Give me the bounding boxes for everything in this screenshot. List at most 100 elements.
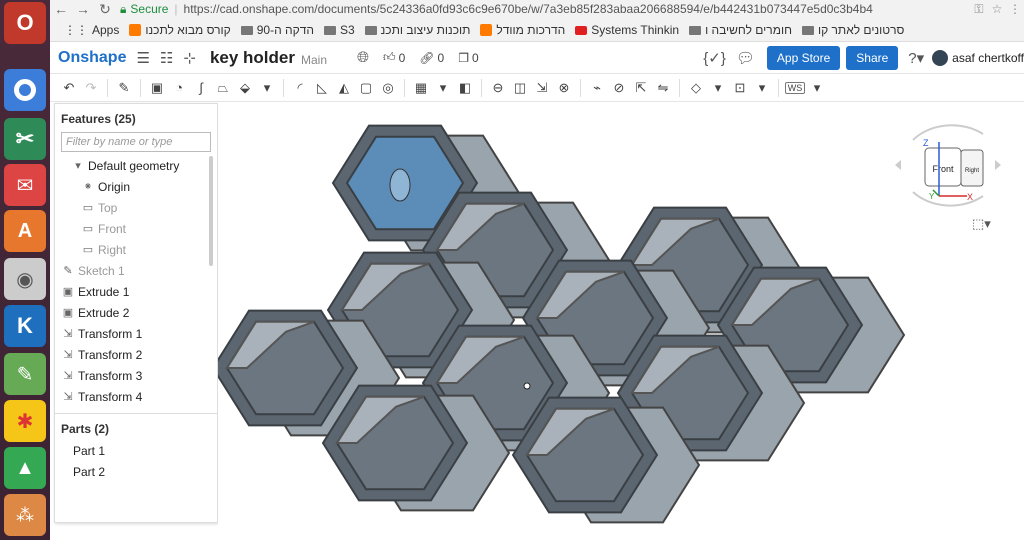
- back-icon[interactable]: ←: [50, 1, 72, 17]
- app-store-button[interactable]: App Store: [766, 45, 841, 70]
- plane-tool-icon[interactable]: ◇: [687, 79, 705, 97]
- feature-item[interactable]: ▾ Default geometry: [55, 155, 217, 176]
- feature-item[interactable]: ▣ Extrude 2: [55, 302, 217, 323]
- workspace-badge[interactable]: WS: [784, 79, 806, 97]
- hamburger-menu-icon[interactable]: ☰: [136, 49, 149, 67]
- pinwheel-icon[interactable]: ✱: [4, 400, 46, 442]
- bookmark-item[interactable]: הדקה ה-90: [240, 23, 314, 37]
- dots-app-icon[interactable]: ⁂: [4, 494, 46, 536]
- links-counter[interactable]: 🔗︎ 0: [419, 51, 444, 65]
- address-bar[interactable]: 🔒︎ Secure | https://cad.onshape.com/docu…: [120, 0, 970, 18]
- dropdown-icon[interactable]: ▾: [434, 79, 452, 97]
- view-cube[interactable]: Front Right Z Y X: [893, 120, 1003, 210]
- help-icon[interactable]: ?▾: [908, 49, 924, 67]
- feature-item[interactable]: ▭ Top: [55, 197, 217, 218]
- document-name[interactable]: key holder: [210, 48, 295, 68]
- bookmark-star-icon[interactable]: ☆: [988, 2, 1006, 16]
- thicken-tool-icon[interactable]: ⬙: [236, 79, 254, 97]
- modify-fillet-icon[interactable]: ⌁: [588, 79, 606, 97]
- feature-item[interactable]: ⁕ Origin: [55, 176, 217, 197]
- redo-icon[interactable]: ↷: [82, 79, 100, 97]
- hole-tool-icon[interactable]: ◎: [379, 79, 397, 97]
- feature-item[interactable]: ▭ Right: [55, 239, 217, 260]
- dropdown-icon[interactable]: ▾: [709, 79, 727, 97]
- menu-dots-icon[interactable]: ⋮: [1006, 2, 1024, 16]
- part-item[interactable]: Part 1: [55, 440, 217, 461]
- undo-icon[interactable]: ↶: [60, 79, 78, 97]
- transform-tool-icon[interactable]: ⇲: [533, 79, 551, 97]
- feature-item[interactable]: ⇲ Transform 1: [55, 323, 217, 344]
- feature-filter-input[interactable]: Filter by name or type: [61, 132, 211, 152]
- move-face-icon[interactable]: ⇱: [632, 79, 650, 97]
- address-row: ← → ↻ 🔒︎ Secure | https://cad.onshape.co…: [50, 0, 1024, 18]
- part-item[interactable]: Part 2: [55, 461, 217, 482]
- sweep-tool-icon[interactable]: ∫: [192, 79, 210, 97]
- chrome-icon[interactable]: [4, 69, 46, 111]
- rotate-right-icon[interactable]: [995, 160, 1001, 170]
- shell-tool-icon[interactable]: ▢: [357, 79, 375, 97]
- dropdown-icon[interactable]: ▾: [808, 79, 826, 97]
- delete-face-icon[interactable]: ⊘: [610, 79, 628, 97]
- drive-icon[interactable]: ▲: [4, 447, 46, 489]
- variables-icon[interactable]: {✓}: [703, 49, 726, 67]
- toolbar-divider: [283, 78, 284, 97]
- pattern-tool-icon[interactable]: ▦: [412, 79, 430, 97]
- measure-tool-icon[interactable]: ⊡: [731, 79, 749, 97]
- feature-item-label: Top: [98, 200, 118, 215]
- feature-item[interactable]: ✎ Sketch 1: [55, 260, 217, 281]
- bookmark-item[interactable]: תוכנות עיצוב ותכנ: [364, 23, 470, 37]
- comments-icon[interactable]: 💬︎: [736, 49, 755, 67]
- rotate-left-icon[interactable]: [895, 160, 901, 170]
- loft-tool-icon[interactable]: ⏢: [214, 79, 232, 97]
- reload-icon[interactable]: ↻: [94, 1, 116, 18]
- feature-item-label: Transform 4: [78, 389, 143, 404]
- copies-counter[interactable]: ❐ 0: [458, 51, 478, 65]
- feature-item[interactable]: ▭ Front: [55, 218, 217, 239]
- dropdown-icon[interactable]: ▾: [258, 79, 276, 97]
- onshape-logo[interactable]: Onshape: [58, 49, 126, 67]
- paint-icon[interactable]: ✎: [4, 353, 46, 395]
- origin-marker[interactable]: [523, 382, 531, 390]
- sketch-icon: ✎: [63, 265, 73, 277]
- feature-scrollbar[interactable]: [209, 156, 213, 266]
- feature-item[interactable]: ⇲ Transform 2: [55, 344, 217, 365]
- dropdown-icon[interactable]: ▾: [753, 79, 771, 97]
- boolean-tool-icon[interactable]: ⊖: [489, 79, 507, 97]
- gmail-icon[interactable]: ✉: [4, 164, 46, 206]
- share-button[interactable]: Share: [846, 45, 899, 70]
- xmind-icon[interactable]: ✂: [4, 118, 46, 160]
- add-tab-icon[interactable]: ⊹: [183, 49, 196, 67]
- likes-counter[interactable]: 👍︎ 0: [383, 50, 405, 65]
- sketch-tool-icon[interactable]: ✎: [115, 79, 133, 97]
- kodi-icon[interactable]: K: [4, 305, 46, 347]
- bookmark-item[interactable]: הדרכות מוודל: [480, 23, 565, 37]
- replace-face-icon[interactable]: ⇋: [654, 79, 672, 97]
- feature-item[interactable]: ⇲ Transform 3: [55, 365, 217, 386]
- view-options-menu[interactable]: ⬚▾: [972, 216, 991, 232]
- camera-icon[interactable]: ◉: [4, 258, 46, 300]
- bookmark-item[interactable]: סרטונים לאתר קו: [801, 23, 904, 37]
- opera-icon[interactable]: O: [4, 2, 46, 44]
- bookmark-item[interactable]: S3: [323, 23, 355, 37]
- fillet-tool-icon[interactable]: ◜: [291, 79, 309, 97]
- draft-tool-icon[interactable]: ◭: [335, 79, 353, 97]
- key-peg[interactable]: [389, 168, 411, 202]
- forward-icon[interactable]: →: [72, 1, 94, 17]
- user-menu[interactable]: asaf chertkoff: [932, 49, 1024, 66]
- bookmark-item[interactable]: קורס מבוא לתכנו: [129, 23, 231, 37]
- key-icon[interactable]: ⚿: [970, 2, 988, 17]
- feature-item[interactable]: ⇲ Transform 4: [55, 386, 217, 407]
- software-center-icon[interactable]: A: [4, 210, 46, 252]
- revolve-tool-icon[interactable]: ◔: [170, 79, 188, 97]
- feature-item[interactable]: ▣ Extrude 1: [55, 281, 217, 302]
- extrude-tool-icon[interactable]: ▣: [148, 79, 166, 97]
- mirror-tool-icon[interactable]: ◧: [456, 79, 474, 97]
- document-list-icon[interactable]: ☷: [160, 49, 173, 67]
- bookmark-item[interactable]: חומרים לחשיבה ו: [689, 23, 792, 37]
- chamfer-tool-icon[interactable]: ◺: [313, 79, 331, 97]
- delete-part-icon[interactable]: ⊗: [555, 79, 573, 97]
- split-tool-icon[interactable]: ◫: [511, 79, 529, 97]
- bookmark-item[interactable]: Systems Thinkin: [575, 23, 679, 37]
- bookmark-apps[interactable]: ⋮⋮ Apps: [64, 23, 119, 37]
- globe-icon[interactable]: 🌐︎: [357, 49, 369, 66]
